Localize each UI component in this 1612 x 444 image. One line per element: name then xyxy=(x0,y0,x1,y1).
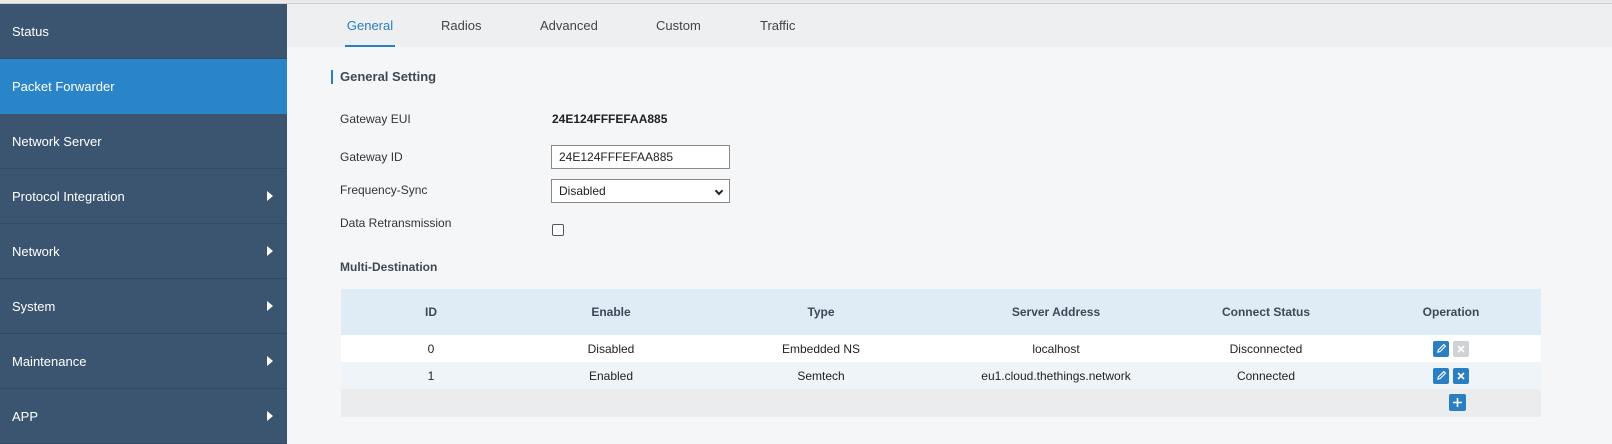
edit-icon[interactable] xyxy=(1433,340,1449,357)
caret-right-icon xyxy=(267,191,273,201)
tab-advanced[interactable]: Advanced xyxy=(540,4,598,47)
cell-id: 0 xyxy=(427,341,435,356)
edit-icon[interactable] xyxy=(1433,367,1449,384)
sidebar-item-protocol-integration[interactable]: Protocol Integration xyxy=(0,169,287,224)
cell-server-address: localhost xyxy=(1032,341,1080,356)
sidebar-item-label: Protocol Integration xyxy=(12,188,125,204)
sidebar-item-label: System xyxy=(12,298,56,314)
column-header-connect-status: Connect Status xyxy=(1221,305,1310,319)
frequency-sync-value: Disabled xyxy=(559,184,606,198)
table-row: 1 Enabled Semtech eu1.cloud.thethings.ne… xyxy=(341,362,1541,389)
table-header: ID Enable Type Server Address Connect St… xyxy=(341,289,1541,335)
main-content: General Radios Advanced Custom Traffic G… xyxy=(287,4,1612,444)
gateway-id-input[interactable] xyxy=(551,145,730,169)
table-row: 0 Disabled Embedded NS localhost Disconn… xyxy=(341,335,1541,362)
gateway-eui-label: Gateway EUI xyxy=(340,112,411,126)
sidebar: Status Packet Forwarder Network Server P… xyxy=(0,4,287,444)
column-header-operation: Operation xyxy=(1422,305,1480,319)
cell-operation xyxy=(1361,335,1541,362)
sidebar-item-app[interactable]: APP xyxy=(0,389,287,444)
tab-radios[interactable]: Radios xyxy=(441,4,481,47)
data-retransmission-checkbox[interactable] xyxy=(552,224,564,236)
cell-id: 1 xyxy=(427,368,435,383)
tab-custom[interactable]: Custom xyxy=(656,4,701,47)
sidebar-item-label: Status xyxy=(12,23,49,39)
cell-type: Semtech xyxy=(797,368,845,383)
sidebar-item-label: Maintenance xyxy=(12,353,87,369)
caret-right-icon xyxy=(267,301,273,311)
sidebar-item-label: Network xyxy=(12,243,60,259)
data-retransmission-label: Data Retransmission xyxy=(340,216,452,230)
sidebar-item-maintenance[interactable]: Maintenance xyxy=(0,334,287,389)
cell-connect-status: Connected xyxy=(1236,368,1296,383)
cell-server-address: eu1.cloud.thethings.network xyxy=(981,368,1131,383)
delete-icon[interactable] xyxy=(1453,340,1469,357)
delete-icon[interactable] xyxy=(1453,367,1469,384)
sidebar-item-packet-forwarder[interactable]: Packet Forwarder xyxy=(0,59,287,114)
sidebar-item-status[interactable]: Status xyxy=(0,4,287,59)
gateway-id-label: Gateway ID xyxy=(340,150,403,164)
caret-right-icon xyxy=(267,356,273,366)
column-header-id: ID xyxy=(425,305,437,319)
gateway-eui-value: 24E124FFFEFAA885 xyxy=(552,112,668,126)
caret-right-icon xyxy=(267,411,273,421)
frequency-sync-select[interactable]: Disabled xyxy=(551,179,730,203)
tab-bar: General Radios Advanced Custom Traffic xyxy=(287,4,1612,47)
tab-general[interactable]: General xyxy=(345,4,395,47)
column-header-server-address: Server Address xyxy=(1011,305,1101,319)
sidebar-item-label: Packet Forwarder xyxy=(12,78,115,94)
add-icon[interactable] xyxy=(1449,394,1466,411)
sidebar-item-label: APP xyxy=(12,408,39,424)
tab-traffic[interactable]: Traffic xyxy=(760,4,795,47)
cell-connect-status: Disconnected xyxy=(1229,341,1303,356)
column-header-type: Type xyxy=(807,305,835,319)
frequency-sync-label: Frequency-Sync xyxy=(340,183,428,197)
sidebar-item-label: Network Server xyxy=(12,133,102,149)
column-header-enable: Enable xyxy=(591,305,631,319)
sidebar-item-network[interactable]: Network xyxy=(0,224,287,279)
table-footer xyxy=(341,389,1541,417)
caret-right-icon xyxy=(267,246,273,256)
cell-enable: Disabled xyxy=(587,341,635,356)
chevron-down-icon xyxy=(714,186,724,196)
cell-type: Embedded NS xyxy=(781,341,861,356)
multi-destination-title: Multi-Destination xyxy=(340,260,438,274)
multi-destination-table: ID Enable Type Server Address Connect St… xyxy=(341,289,1541,417)
sidebar-item-network-server[interactable]: Network Server xyxy=(0,114,287,169)
cell-enable: Enabled xyxy=(588,368,634,383)
sidebar-item-system[interactable]: System xyxy=(0,279,287,334)
cell-operation xyxy=(1361,362,1541,389)
section-title: General Setting xyxy=(331,70,436,84)
